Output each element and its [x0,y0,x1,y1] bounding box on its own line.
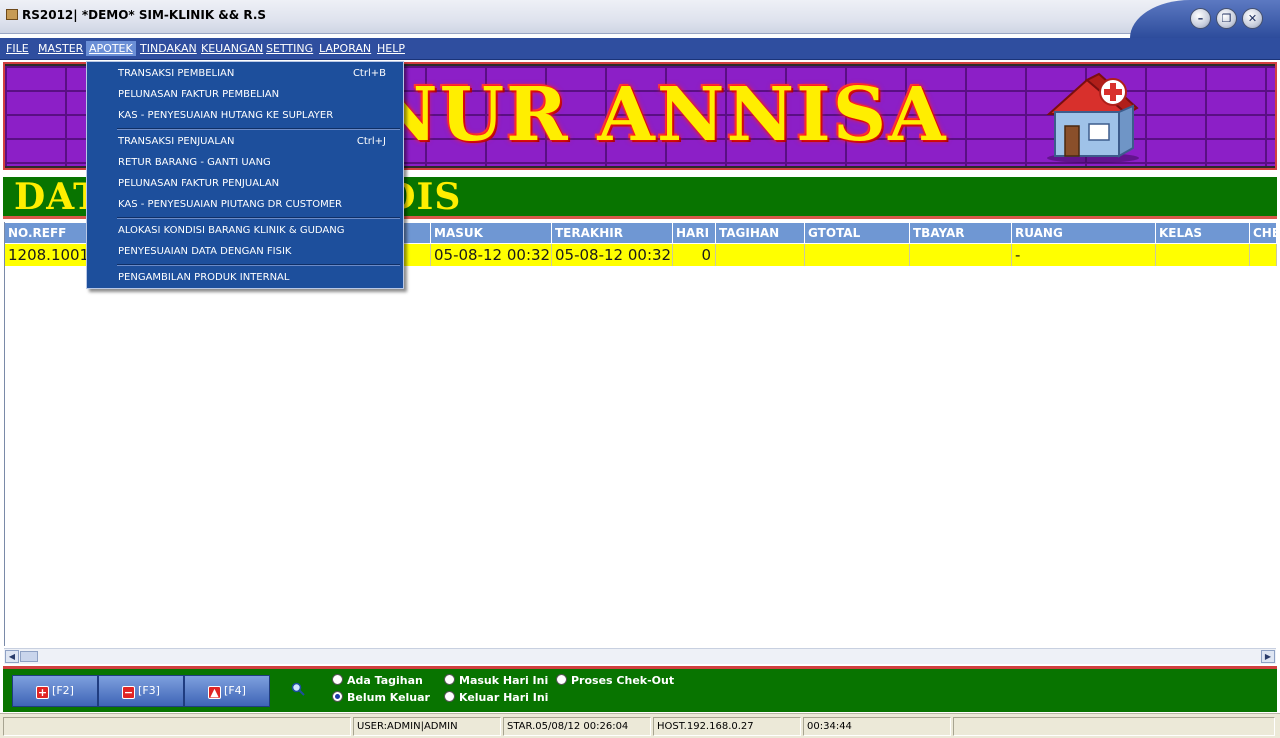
col-header-tbayar[interactable]: TBAYAR [910,223,1012,243]
menu-setting[interactable]: SETTING [263,41,316,56]
menu-item-transaksi-pembelian[interactable]: TRANSAKSI PEMBELIAN [118,68,234,79]
col-header-kelas[interactable]: KELAS [1156,223,1250,243]
status-user: USER:ADMIN|ADMIN [353,717,501,736]
col-header-tagihan[interactable]: TAGIHAN [716,223,805,243]
scroll-thumb[interactable] [20,651,38,662]
col-header-terakhir[interactable]: TERAKHIR [552,223,673,243]
edit-button-label: [F4] [224,684,246,697]
house-medical-icon [1046,72,1139,163]
cell-terakhir: 05-08-12 00:32 [552,244,673,266]
menu-apotek[interactable]: APOTEK [86,41,136,56]
filter-ada-tagihan-label: Ada Tagihan [347,674,423,687]
menu-item-alokasi-kondisi-barang[interactable]: ALOKASI KONDISI BARANG KLINIK & GUDANG [118,225,345,236]
col-header-hari[interactable]: HARI [673,223,716,243]
shortcut-transaksi-pembelian: Ctrl+B [352,68,386,79]
close-button[interactable]: ✕ [1242,8,1263,29]
radio-belum-keluar[interactable] [332,691,343,702]
menu-tindakan[interactable]: TINDAKAN [137,41,200,56]
menu-separator [117,217,400,219]
shortcut-transaksi-penjualan: Ctrl+J [356,136,386,147]
add-button[interactable]: + [F2] [12,675,98,707]
window-controls: – ❐ ✕ [1130,0,1280,38]
cell-tagihan [716,244,805,266]
radio-masuk-hari-ini[interactable] [444,674,455,685]
menu-separator [117,128,400,130]
restore-button[interactable]: ❐ [1216,8,1237,29]
cell-tbayar [910,244,1012,266]
filter-ada-tagihan[interactable]: Ada Tagihan [332,674,423,687]
col-header-ruang[interactable]: RUANG [1012,223,1156,243]
menu-item-transaksi-penjualan[interactable]: TRANSAKSI PENJUALAN [118,136,234,147]
app-icon [6,9,18,20]
search-icon[interactable] [291,682,305,696]
menu-item-penyesuaian-data-fisik[interactable]: PENYESUAIAN DATA DENGAN FISIK [118,246,291,257]
menu-item-pelunasan-faktur-penjualan[interactable]: PELUNASAN FAKTUR PENJUALAN [118,178,279,189]
up-icon: ▲ [208,686,222,699]
cell-gtotal [805,244,910,266]
menu-item-pelunasan-faktur-pembelian[interactable]: PELUNASAN FAKTUR PEMBELIAN [118,89,279,100]
menu-item-pengambilan-produk-internal[interactable]: PENGAMBILAN PRODUK INTERNAL [118,272,289,283]
status-cell-empty [3,717,351,736]
add-button-label: [F2] [52,684,74,697]
col-header-masuk[interactable]: MASUK [431,223,552,243]
filter-masuk-hari-ini[interactable]: Masuk Hari Ini [444,674,548,687]
menu-master[interactable]: MASTER [35,41,86,56]
status-start: STAR.05/08/12 00:26:04 [503,717,651,736]
window-title: RS2012| *DEMO* SIM-KLINIK && R.S [22,8,267,22]
filter-proses-checkout[interactable]: Proses Chek-Out [556,674,674,687]
cell-hari: 0 [673,244,716,266]
menu-laporan[interactable]: LAPORAN [316,41,374,56]
edit-button[interactable]: ▲ [F4] [184,675,270,707]
app-window: RS2012| *DEMO* SIM-KLINIK && R.S – ❐ ✕ F… [0,0,1280,738]
menu-bar: FILE MASTER APOTEK TINDAKAN KEUANGAN SET… [0,38,1280,60]
menu-keuangan[interactable]: KEUANGAN [198,41,266,56]
remove-icon: − [122,686,136,699]
cell-noreff: 1208.1001 [5,244,97,266]
filter-belum-keluar-label: Belum Keluar [347,691,430,704]
cell-kelas [1156,244,1250,266]
scroll-left-icon[interactable]: ◀ [5,650,19,663]
horizontal-scrollbar[interactable]: ◀ ▶ [4,648,1276,664]
remove-button[interactable]: − [F3] [98,675,184,707]
radio-proses-checkout[interactable] [556,674,567,685]
add-icon: + [36,686,50,699]
col-header-gtotal[interactable]: GTOTAL [805,223,910,243]
col-header-noreff[interactable]: NO.REFF [5,223,97,243]
status-cell-extra [953,717,1275,736]
filter-keluar-hari-ini-label: Keluar Hari Ini [459,691,549,704]
menu-help[interactable]: HELP [374,41,408,56]
filter-proses-checkout-label: Proses Chek-Out [571,674,675,687]
cell-checkout [1250,244,1277,266]
cell-ruang: - [1012,244,1156,266]
scroll-right-icon[interactable]: ▶ [1261,650,1275,663]
col-header-checkout[interactable]: CHE [1250,223,1277,243]
title-bar: RS2012| *DEMO* SIM-KLINIK && R.S – ❐ ✕ [0,0,1280,38]
menu-item-retur-barang[interactable]: RETUR BARANG - GANTI UANG [118,157,271,168]
menu-item-kas-piutang-customer[interactable]: KAS - PENYESUAIAN PIUTANG DR CUSTOMER [118,199,342,210]
radio-keluar-hari-ini[interactable] [444,691,455,702]
remove-button-label: [F3] [138,684,160,697]
status-clock: 00:34:44 [803,717,951,736]
banner-title: NUR ANNISA [370,72,948,158]
cell-masuk: 05-08-12 00:32 [431,244,552,266]
menu-item-kas-hutang-suplayer[interactable]: KAS - PENYESUAIAN HUTANG KE SUPLAYER [118,110,333,121]
menu-file[interactable]: FILE [3,41,32,56]
status-host: HOST.192.168.0.27 [653,717,801,736]
status-bar: USER:ADMIN|ADMIN STAR.05/08/12 00:26:04 … [0,713,1280,738]
minimize-button[interactable]: – [1190,8,1211,29]
filter-belum-keluar[interactable]: Belum Keluar [332,691,430,704]
apotek-menu: TRANSAKSI PEMBELIAN Ctrl+B PELUNASAN FAK… [86,61,404,289]
filter-keluar-hari-ini[interactable]: Keluar Hari Ini [444,691,548,704]
radio-ada-tagihan[interactable] [332,674,343,685]
filter-masuk-hari-ini-label: Masuk Hari Ini [459,674,549,687]
menu-separator [117,264,400,266]
